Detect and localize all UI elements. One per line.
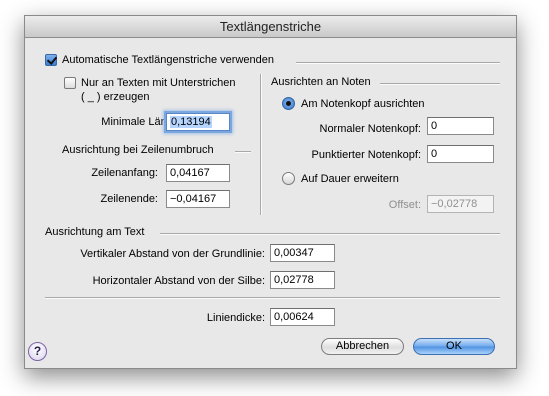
text-alignment-header: Ausrichtung am Text — [45, 226, 145, 238]
bottom-separator — [45, 297, 500, 299]
normal-notehead-field[interactable]: 0 — [427, 117, 494, 135]
underline-only-checkbox[interactable] — [64, 77, 76, 89]
line-end-label: Zeilenende: — [100, 193, 159, 205]
line-end-field[interactable]: −0,04167 — [166, 190, 230, 208]
notes-header: Ausrichten an Noten — [271, 76, 371, 88]
offset-label: Offset: — [388, 199, 421, 211]
auto-strokes-checkbox[interactable] — [45, 54, 57, 66]
vertical-distance-field[interactable]: 0,00347 — [270, 244, 335, 262]
notehead-align-radio[interactable] — [282, 97, 295, 110]
underline-only-label-line2: ( _ ) erzeugen — [81, 91, 150, 103]
cancel-button[interactable]: Abbrechen — [321, 338, 404, 355]
extend-duration-label: Auf Dauer erweitern — [301, 173, 399, 185]
normal-notehead-label: Normaler Notenkopf: — [319, 123, 422, 135]
dialog-window: Textlängenstriche Automatische Textlänge… — [24, 15, 517, 369]
line-start-label: Zeilenanfang: — [91, 167, 158, 179]
extend-duration-radio[interactable] — [282, 172, 295, 185]
column-divider — [260, 74, 262, 215]
ok-button[interactable]: OK — [413, 338, 495, 355]
line-break-header: Ausrichtung bei Zeilenumbruch — [62, 144, 214, 156]
auto-strokes-separator — [296, 62, 500, 64]
horizontal-distance-label: Horizontaler Abstand von der Silbe: — [92, 275, 265, 287]
auto-strokes-label: Automatische Textlängenstriche verwenden — [62, 54, 274, 66]
underline-only-label-line1: Nur an Texten mit Unterstrichen — [81, 77, 236, 89]
horizontal-distance-field[interactable]: 0,02778 — [270, 271, 335, 289]
dotted-notehead-field[interactable]: 0 — [427, 145, 494, 163]
min-length-field[interactable]: 0,13194 — [166, 113, 230, 131]
line-break-separator — [235, 151, 251, 153]
line-start-field[interactable]: 0,04167 — [166, 164, 230, 182]
offset-field[interactable]: −0,02778 — [427, 195, 494, 213]
notehead-align-label: Am Notenkopf ausrichten — [301, 98, 425, 110]
window-title: Textlängenstriche — [25, 16, 516, 38]
help-button[interactable]: ? — [28, 342, 47, 361]
min-length-label: Minimale Länge: — [101, 116, 182, 128]
dotted-notehead-label: Punktierter Notenkopf: — [311, 149, 421, 161]
notes-separator — [380, 83, 500, 85]
vertical-distance-label: Vertikaler Abstand von der Grundlinie: — [80, 248, 265, 260]
line-thickness-field[interactable]: 0,00624 — [270, 308, 335, 326]
text-alignment-separator — [160, 233, 500, 235]
line-thickness-label: Liniendicke: — [206, 312, 265, 324]
